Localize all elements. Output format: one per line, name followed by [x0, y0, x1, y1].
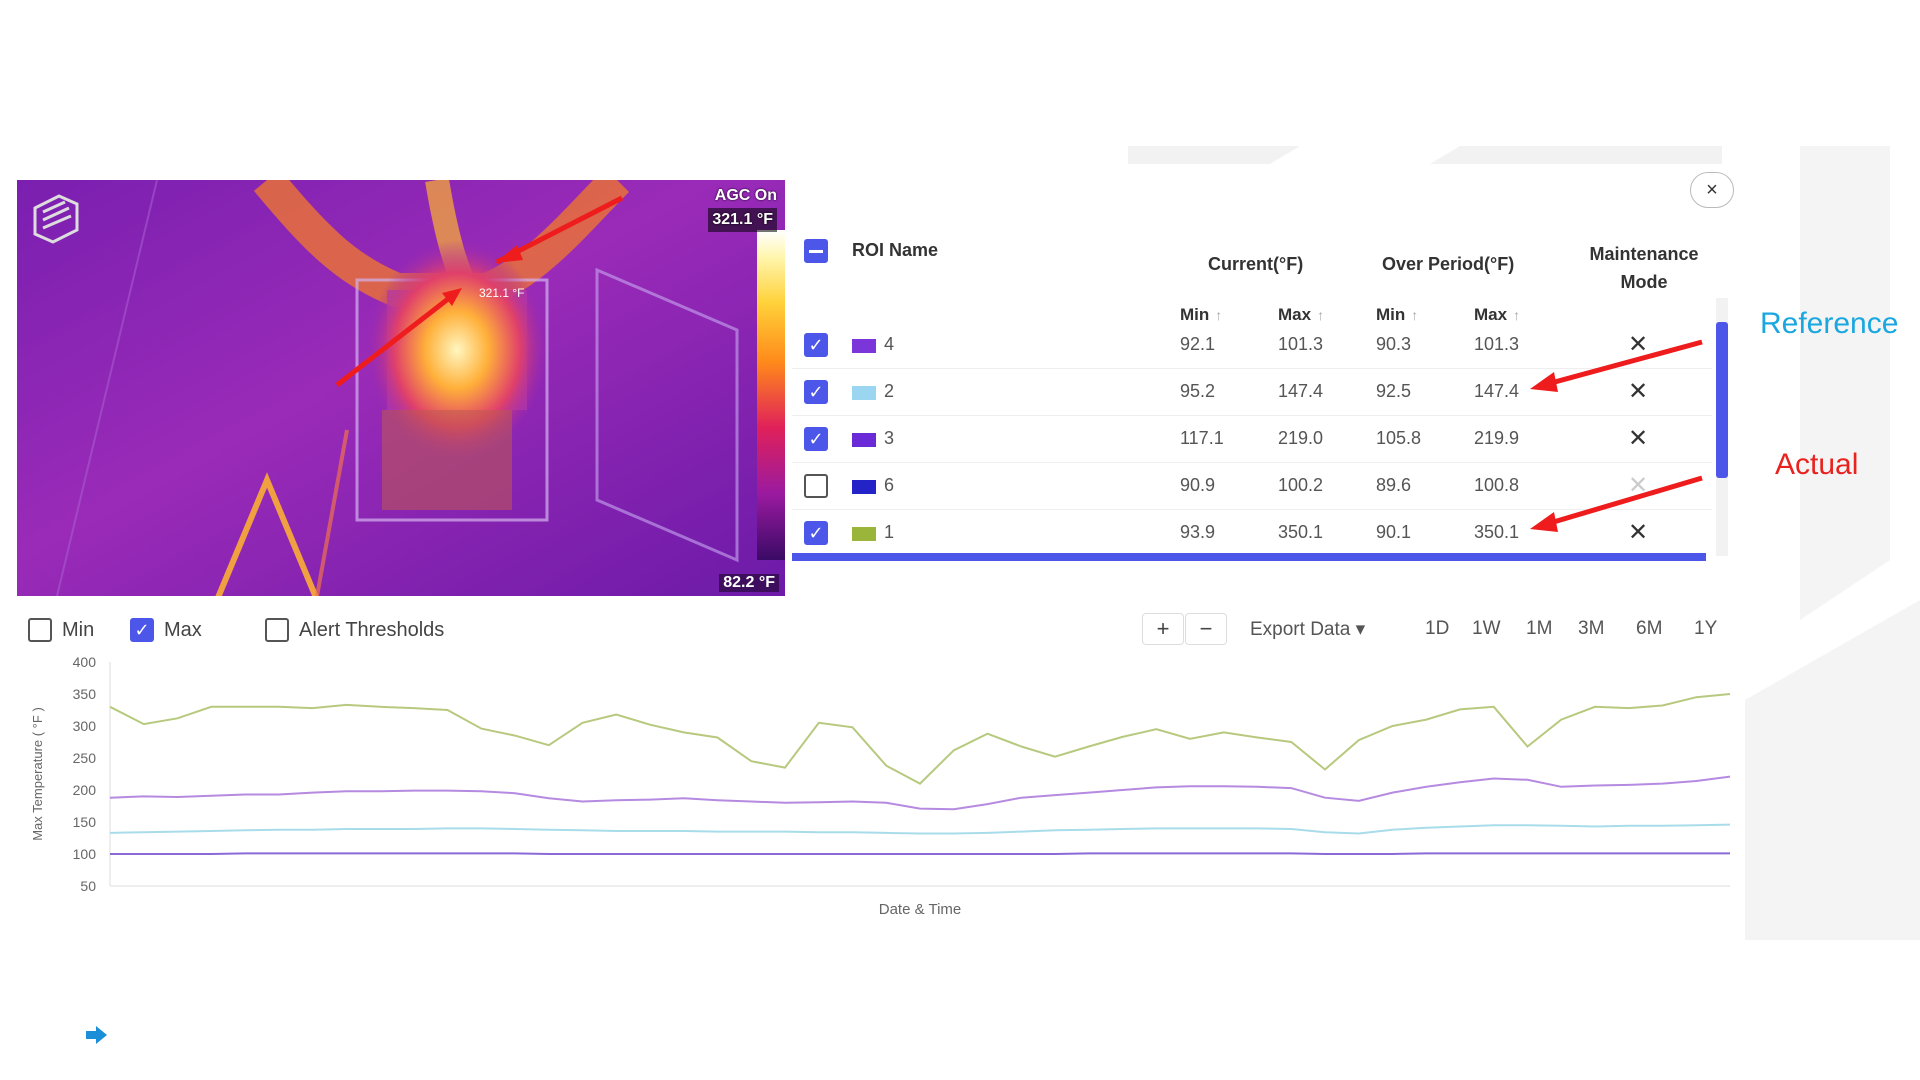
current-min: 92.1 [1180, 334, 1216, 354]
y-tick-label: 400 [73, 654, 97, 670]
close-icon: × [1706, 178, 1718, 201]
y-tick-label: 200 [73, 782, 97, 798]
maintenance-mode-header: Maintenance Mode [1589, 244, 1699, 292]
period-max: 219.9 [1474, 428, 1520, 448]
y-tick-label: 300 [73, 718, 97, 734]
row-checkbox[interactable] [804, 474, 828, 498]
range-1y[interactable]: 1Y [1694, 618, 1717, 640]
vertical-scrollbar[interactable] [1716, 322, 1728, 478]
current-min: 95.2 [1180, 381, 1216, 401]
row-checkbox[interactable]: ✓ [804, 427, 828, 451]
select-all-checkbox[interactable] [804, 239, 828, 263]
roi-name: 2 [884, 381, 895, 401]
current-max: 350.1 [1278, 522, 1324, 542]
y-tick-label: 150 [73, 814, 97, 830]
cube-logo-icon [25, 190, 83, 248]
current-max: 147.4 [1278, 381, 1324, 401]
close-button[interactable]: × [1690, 172, 1734, 208]
max-toggle[interactable]: ✓ Max [130, 618, 202, 642]
roi-temperature-label: 321.1 °F [479, 286, 525, 300]
export-data-dropdown[interactable]: Export Data ▾ [1250, 618, 1365, 641]
current-min: 93.9 [1180, 522, 1216, 542]
horizontal-scrollbar[interactable] [792, 553, 1706, 561]
roi-name: 3 [884, 428, 895, 448]
roi-name: 1 [884, 522, 895, 542]
period-max: 101.3 [1474, 334, 1520, 354]
y-axis-label: Max Temperature ( °F ) [30, 707, 45, 841]
next-arrow-icon[interactable] [86, 1026, 108, 1049]
current-max: 219.0 [1278, 428, 1324, 448]
minus-icon: − [1199, 616, 1213, 641]
y-tick-label: 50 [80, 878, 96, 894]
current-min: 117.1 [1180, 428, 1224, 448]
period-max: 147.4 [1474, 381, 1520, 401]
range-6m[interactable]: 6M [1636, 618, 1662, 640]
roi-name-header: ROI Name [852, 240, 939, 260]
plus-icon: + [1156, 616, 1170, 641]
series-line-3 [110, 852, 1730, 855]
alert-thresholds-checkbox[interactable] [265, 618, 289, 642]
series-line-1 [109, 775, 1731, 811]
range-1d[interactable]: 1D [1425, 618, 1449, 640]
period-min: 105.8 [1376, 428, 1422, 448]
period-max: 350.1 [1474, 522, 1520, 542]
temperature-line-chart: 400 350 300 250 200 150 100 50 Max Temperature (… [30, 654, 1731, 918]
roi-color-swatch [852, 386, 876, 400]
agc-label: AGC On [714, 187, 777, 204]
x-axis-label: Date & Time [879, 901, 962, 918]
min-toggle[interactable]: Min [28, 618, 94, 642]
zoom-out-button[interactable]: − [1185, 613, 1227, 645]
min-temperature-readout: 82.2 °F [719, 574, 779, 592]
series-line-0 [109, 693, 1731, 785]
sort-arrow-icon: ↑ [1215, 307, 1223, 323]
range-1m[interactable]: 1M [1526, 618, 1552, 640]
period-min: 92.5 [1376, 381, 1412, 401]
period-min: 90.1 [1376, 522, 1412, 542]
current-header: Current(°F) [1208, 254, 1304, 274]
period-min: 90.3 [1376, 334, 1412, 354]
y-tick-label: 250 [73, 750, 97, 766]
reference-label: Reference [1760, 307, 1899, 340]
current-max: 101.3 [1278, 334, 1324, 354]
range-1w[interactable]: 1W [1472, 618, 1501, 640]
roi-color-swatch [852, 433, 876, 447]
alert-thresholds-toggle[interactable]: Alert Thresholds [265, 618, 444, 642]
row-checkbox[interactable]: ✓ [804, 521, 828, 545]
roi-name: 6 [884, 475, 895, 495]
roi-color-swatch [852, 480, 876, 494]
range-3m[interactable]: 3M [1578, 618, 1604, 640]
annotation-arrows [1530, 339, 1703, 532]
roi-color-swatch [852, 527, 876, 541]
period-max: 100.8 [1474, 475, 1520, 495]
roi-name: 4 [884, 334, 895, 354]
current-max: 100.2 [1278, 475, 1324, 495]
period-min: 89.6 [1376, 475, 1412, 495]
sort-arrow-icon: ↑ [1317, 307, 1325, 323]
series-line-2 [109, 823, 1731, 835]
actual-label: Actual [1775, 448, 1859, 481]
max-temperature-readout: 321.1 °F [708, 208, 777, 232]
max-checkbox[interactable]: ✓ [130, 618, 154, 642]
thermal-image: AGC On 321.1 °F 321.1 °F 82.2 °F [17, 180, 785, 596]
current-min: 90.9 [1180, 475, 1216, 495]
y-tick-label: 100 [73, 846, 97, 862]
row-checkbox[interactable]: ✓ [804, 333, 828, 357]
zoom-in-button[interactable]: + [1142, 613, 1184, 645]
sort-arrow-icon: ↑ [1513, 307, 1521, 323]
roi-color-swatch [852, 339, 876, 353]
over-period-header: Over Period(°F) [1382, 254, 1515, 274]
row-checkbox[interactable]: ✓ [804, 380, 828, 404]
y-tick-label: 350 [73, 686, 97, 702]
color-scale-bar [757, 230, 785, 560]
sort-arrow-icon: ↑ [1411, 307, 1419, 323]
min-checkbox[interactable] [28, 618, 52, 642]
